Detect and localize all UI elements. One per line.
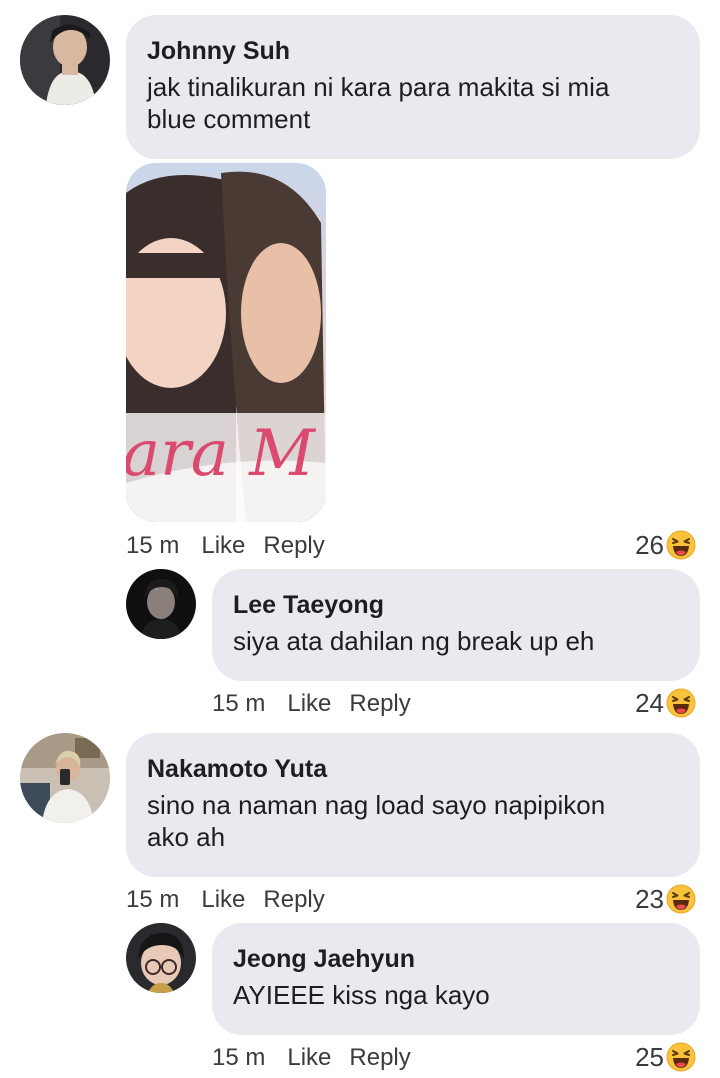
avatar[interactable] — [20, 733, 110, 823]
reaction-count-value: 26 — [635, 530, 664, 560]
comment-text: AYIEEE kiss nga kayo — [233, 980, 490, 1010]
comment-text: jak tinalikuran ni kara para makita si m… — [147, 72, 610, 134]
comment-text: siya ata dahilan ng break up eh — [233, 626, 595, 656]
comment-author[interactable]: Jeong Jaehyun — [233, 943, 679, 975]
haha-emoji-icon — [666, 1042, 696, 1072]
reaction-count[interactable]: 25 — [635, 1040, 696, 1074]
attachment-title-text: ara M — [126, 417, 316, 491]
reaction-count-value: 24 — [635, 688, 664, 718]
like-button[interactable]: Like — [201, 883, 245, 917]
reaction-count[interactable]: 23 — [635, 882, 696, 916]
attached-image[interactable]: ara M — [126, 163, 326, 522]
reaction-count[interactable]: 24 — [635, 686, 696, 720]
like-button[interactable]: Like — [287, 1041, 331, 1075]
comment-bubble[interactable]: Nakamoto Yuta sino na naman nag load say… — [126, 733, 700, 877]
haha-emoji-icon — [666, 884, 696, 914]
comment-author[interactable]: Lee Taeyong — [233, 589, 679, 621]
reaction-count-value: 23 — [635, 884, 664, 914]
comment-text: sino na naman nag load sayo napipikon ak… — [147, 790, 606, 852]
reply-button[interactable]: Reply — [263, 529, 324, 563]
haha-emoji-icon — [666, 688, 696, 718]
comment-bubble[interactable]: Jeong Jaehyun AYIEEE kiss nga kayo — [212, 923, 700, 1035]
timestamp[interactable]: 15 m — [126, 883, 179, 917]
comment-bubble[interactable]: Lee Taeyong siya ata dahilan ng break up… — [212, 569, 700, 681]
avatar[interactable] — [20, 15, 110, 105]
svg-text:~: ~ — [154, 586, 159, 593]
reply-button[interactable]: Reply — [263, 883, 324, 917]
reply-button[interactable]: Reply — [349, 1041, 410, 1075]
avatar[interactable] — [126, 923, 196, 993]
like-button[interactable]: Like — [201, 529, 245, 563]
timestamp[interactable]: 15 m — [212, 1041, 265, 1075]
comment-bubble[interactable]: Johnny Suh jak tinalikuran ni kara para … — [126, 15, 700, 159]
comment-actions: 15 m Like Reply — [212, 687, 429, 721]
reaction-count[interactable]: 26 — [635, 528, 696, 562]
reaction-count-value: 25 — [635, 1042, 664, 1072]
haha-emoji-icon — [666, 530, 696, 560]
comment-actions: 15 m Like Reply — [126, 883, 343, 917]
reply-button[interactable]: Reply — [349, 687, 410, 721]
comment-actions: 15 m Like Reply — [212, 1041, 429, 1075]
comment-actions: 15 m Like Reply — [126, 529, 343, 563]
like-button[interactable]: Like — [287, 687, 331, 721]
comment-author[interactable]: Johnny Suh — [147, 35, 679, 67]
timestamp[interactable]: 15 m — [126, 529, 179, 563]
timestamp[interactable]: 15 m — [212, 687, 265, 721]
comment-author[interactable]: Nakamoto Yuta — [147, 753, 679, 785]
avatar[interactable]: ~ — [126, 569, 196, 639]
